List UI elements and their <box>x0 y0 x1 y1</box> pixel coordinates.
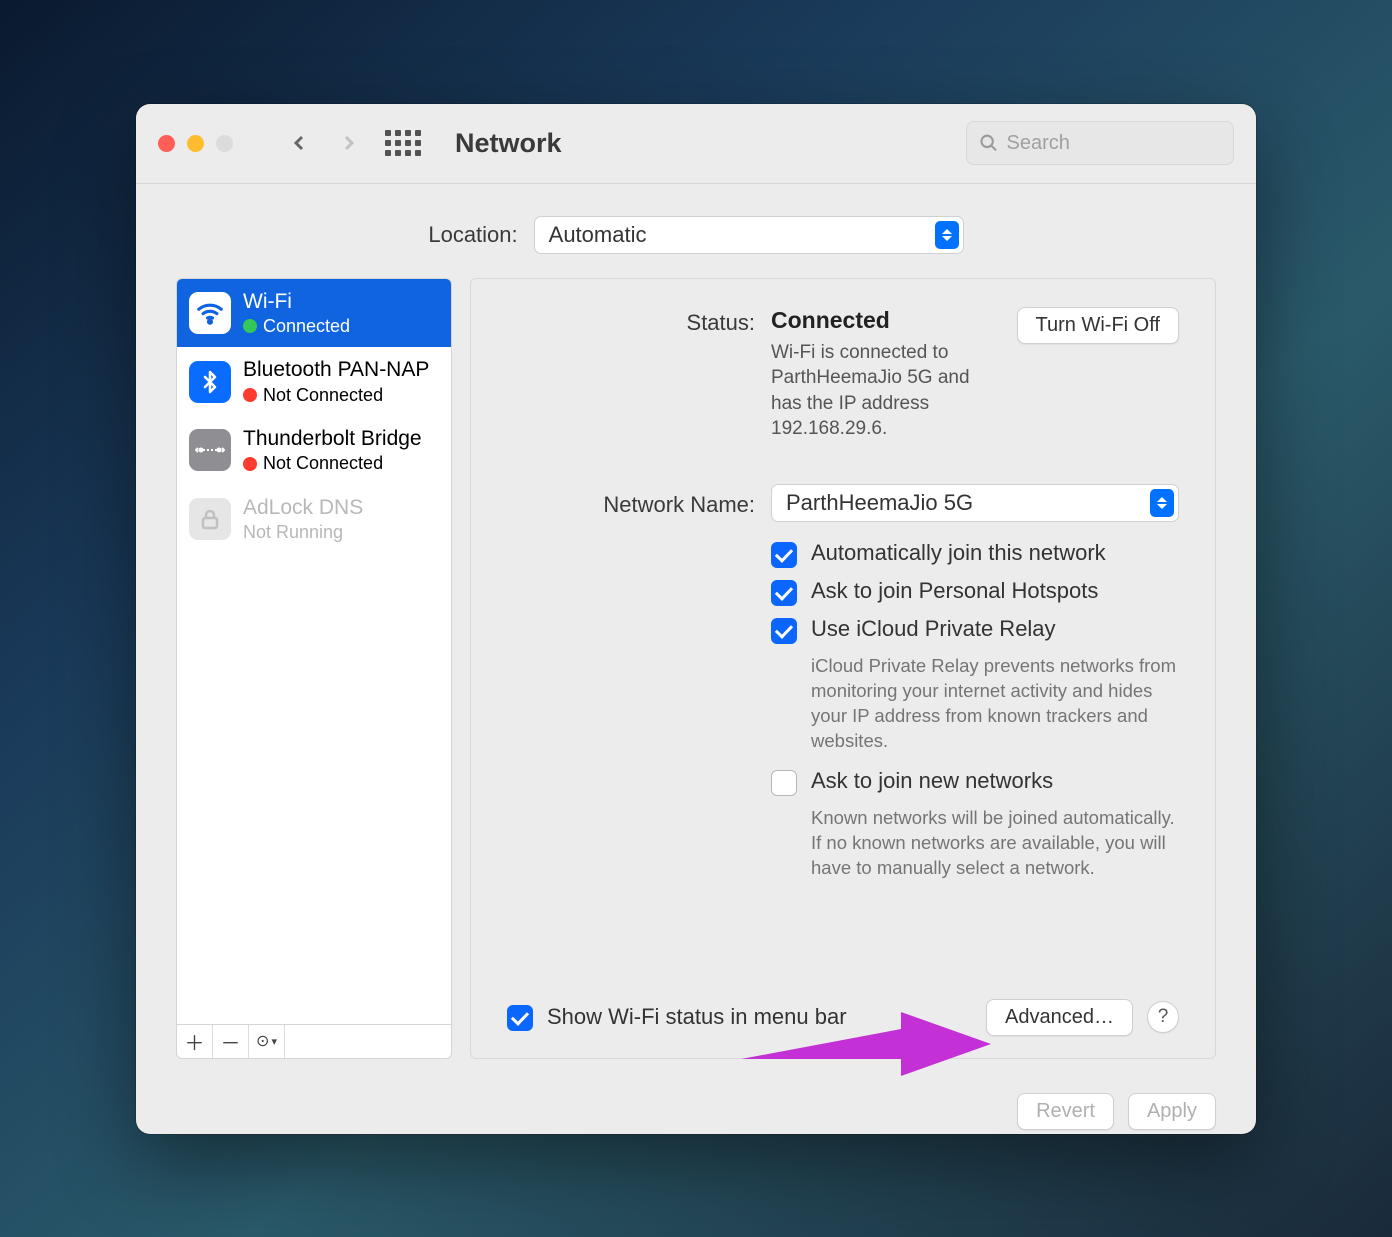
wifi-toggle-button[interactable]: Turn Wi-Fi Off <box>1017 307 1179 344</box>
auto-join-row: Automatically join this network <box>771 540 1179 568</box>
private-relay-label: Use iCloud Private Relay <box>811 616 1056 642</box>
location-popup[interactable]: Automatic <box>534 216 964 254</box>
service-list[interactable]: Wi-Fi Connected Bluetooth PAN-NAP Not Co… <box>176 278 452 1025</box>
panel-footer: Show Wi-Fi status in menu bar Advanced… … <box>507 999 1179 1036</box>
status-value: Connected <box>771 307 997 334</box>
bluetooth-icon <box>189 361 231 403</box>
status-dot-icon <box>243 388 257 402</box>
service-item-thunderbolt[interactable]: Thunderbolt Bridge Not Connected <box>177 416 451 485</box>
add-service-button[interactable]: ＋ <box>177 1025 213 1058</box>
location-label: Location: <box>428 222 517 248</box>
help-button[interactable]: ? <box>1147 1001 1179 1033</box>
back-button[interactable] <box>291 135 307 151</box>
location-row: Location: Automatic <box>136 184 1256 278</box>
status-description: Wi-Fi is connected to ParthHeemaJio 5G a… <box>771 340 997 443</box>
service-item-bluetooth[interactable]: Bluetooth PAN-NAP Not Connected <box>177 347 451 416</box>
nav-arrows <box>291 135 357 151</box>
service-name: Thunderbolt Bridge <box>243 426 422 452</box>
network-name-popup[interactable]: ParthHeemaJio 5G <box>771 484 1179 522</box>
window-title: Network <box>455 128 562 159</box>
toolbar: Network <box>136 104 1256 184</box>
remove-service-button[interactable]: － <box>213 1025 249 1058</box>
service-item-adlock[interactable]: AdLock DNS Not Running <box>177 485 451 554</box>
network-name-label: Network Name: <box>507 489 755 518</box>
ask-join-checkbox[interactable] <box>771 770 797 796</box>
search-icon <box>979 132 999 154</box>
sidebar-toolbar: ＋ － ⊙▾ <box>176 1025 452 1059</box>
show-status-checkbox[interactable] <box>507 1005 533 1031</box>
revert-button[interactable]: Revert <box>1017 1093 1114 1130</box>
lock-icon <box>189 498 231 540</box>
auto-join-label: Automatically join this network <box>811 540 1106 566</box>
ask-join-label: Ask to join new networks <box>811 768 1053 794</box>
service-sidebar: Wi-Fi Connected Bluetooth PAN-NAP Not Co… <box>176 278 452 1059</box>
service-status: Not Connected <box>263 452 383 475</box>
network-preferences-window: Network Location: Automatic Wi-Fi <box>136 104 1256 1134</box>
ask-join-desc: Known networks will be joined automatica… <box>811 806 1179 881</box>
service-name: Bluetooth PAN-NAP <box>243 357 429 383</box>
minimize-window[interactable] <box>187 135 204 152</box>
search-input[interactable] <box>1007 132 1222 155</box>
service-name: AdLock DNS <box>243 495 363 521</box>
auto-join-checkbox[interactable] <box>771 542 797 568</box>
ask-hotspot-checkbox[interactable] <box>771 580 797 606</box>
status-dot-icon <box>243 319 257 333</box>
chevron-updown-icon <box>935 221 959 249</box>
advanced-button[interactable]: Advanced… <box>986 999 1133 1036</box>
status-label: Status: <box>507 307 755 443</box>
forward-button[interactable] <box>341 135 357 151</box>
network-name-value: ParthHeemaJio 5G <box>786 490 973 516</box>
ask-hotspot-label: Ask to join Personal Hotspots <box>811 578 1098 604</box>
window-controls <box>158 135 233 152</box>
thunderbolt-icon <box>189 429 231 471</box>
sidebar-spacer <box>285 1025 451 1058</box>
service-item-wifi[interactable]: Wi-Fi Connected <box>177 279 451 348</box>
private-relay-desc: iCloud Private Relay prevents networks f… <box>811 654 1179 754</box>
close-window[interactable] <box>158 135 175 152</box>
detail-panel: Status: Connected Wi-Fi is connected to … <box>470 278 1216 1059</box>
show-status-label: Show Wi-Fi status in menu bar <box>547 1004 972 1030</box>
ask-join-row: Ask to join new networks <box>771 768 1179 796</box>
zoom-window[interactable] <box>216 135 233 152</box>
chevron-updown-icon <box>1150 489 1174 517</box>
ask-hotspot-row: Ask to join Personal Hotspots <box>771 578 1179 606</box>
content-area: Wi-Fi Connected Bluetooth PAN-NAP Not Co… <box>136 278 1256 1075</box>
service-status: Not Connected <box>263 384 383 407</box>
service-name: Wi-Fi <box>243 289 350 315</box>
options-group: Automatically join this network Ask to j… <box>771 530 1179 895</box>
service-status: Not Running <box>243 521 343 544</box>
wifi-icon <box>189 292 231 334</box>
search-field[interactable] <box>966 121 1234 165</box>
service-status: Connected <box>263 315 350 338</box>
service-actions-button[interactable]: ⊙▾ <box>249 1025 285 1058</box>
status-dot-icon <box>243 457 257 471</box>
private-relay-checkbox[interactable] <box>771 618 797 644</box>
window-footer: Revert Apply <box>136 1075 1256 1134</box>
apply-button[interactable]: Apply <box>1128 1093 1216 1130</box>
private-relay-row: Use iCloud Private Relay <box>771 616 1179 644</box>
show-all-button[interactable] <box>385 130 421 156</box>
location-value: Automatic <box>549 222 647 248</box>
